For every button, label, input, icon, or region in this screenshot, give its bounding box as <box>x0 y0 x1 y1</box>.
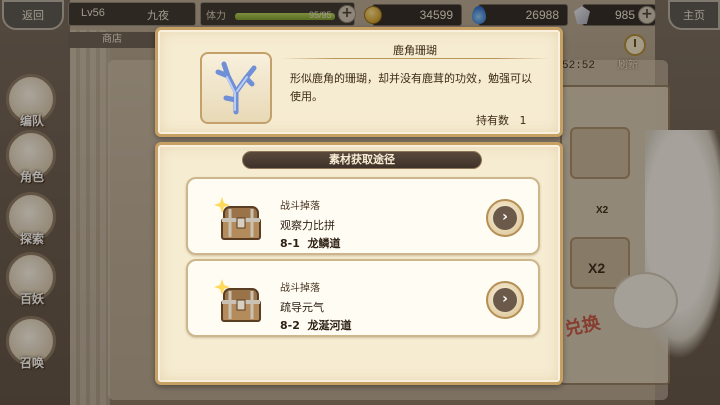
arrow-right-icon: › <box>493 206 517 230</box>
item-description: 形似鹿角的珊瑚，却并没有鹿茸的功效，勉强可以使用。 <box>290 72 532 103</box>
source-stage-location: 8-2 龙涎河道 <box>280 317 352 333</box>
source-entry[interactable]: 战斗掉落 疏导元气 8-2 龙涎河道 › <box>186 259 540 337</box>
item-icon-frame <box>200 52 272 124</box>
chest-icon <box>214 279 261 322</box>
item-name: 鹿角珊瑚 <box>393 44 437 57</box>
stage-code: 8-1 <box>280 237 300 250</box>
arrow-right-icon: › <box>493 288 517 312</box>
source-stage-location: 8-1 龙鳞道 <box>280 235 341 251</box>
source-type: 战斗掉落 <box>280 283 320 294</box>
material-source-panel: 素材获取途径 战斗掉落 观察力比拼 8-1 龙鳞道 › 战斗掉落 疏导元气 8-… <box>155 142 563 385</box>
held-count: 1 <box>519 114 527 127</box>
stage-location: 龙涎河道 <box>307 319 352 332</box>
source-header-label: 素材获取途径 <box>329 153 395 166</box>
go-to-stage-button[interactable]: › <box>486 281 524 319</box>
source-stage-name: 疏导元气 <box>280 301 324 314</box>
chest-icon <box>214 197 261 240</box>
coral-icon <box>215 61 257 115</box>
held-count-row: 持有数 1 <box>476 112 527 128</box>
title-divider <box>280 58 550 59</box>
source-header: 素材获取途径 <box>242 151 482 169</box>
held-label: 持有数 <box>476 114 509 127</box>
item-info-panel: 鹿角珊瑚 形似鹿角的珊瑚，却并没有鹿茸的功效，勉强可以使用。 持有数 1 <box>155 27 563 137</box>
source-type: 战斗掉落 <box>280 201 320 212</box>
source-stage-name: 观察力比拼 <box>280 219 335 232</box>
stage-location: 龙鳞道 <box>307 237 341 250</box>
stage-code: 8-2 <box>280 319 300 332</box>
go-to-stage-button[interactable]: › <box>486 199 524 237</box>
source-entry[interactable]: 战斗掉落 观察力比拼 8-1 龙鳞道 › <box>186 177 540 255</box>
